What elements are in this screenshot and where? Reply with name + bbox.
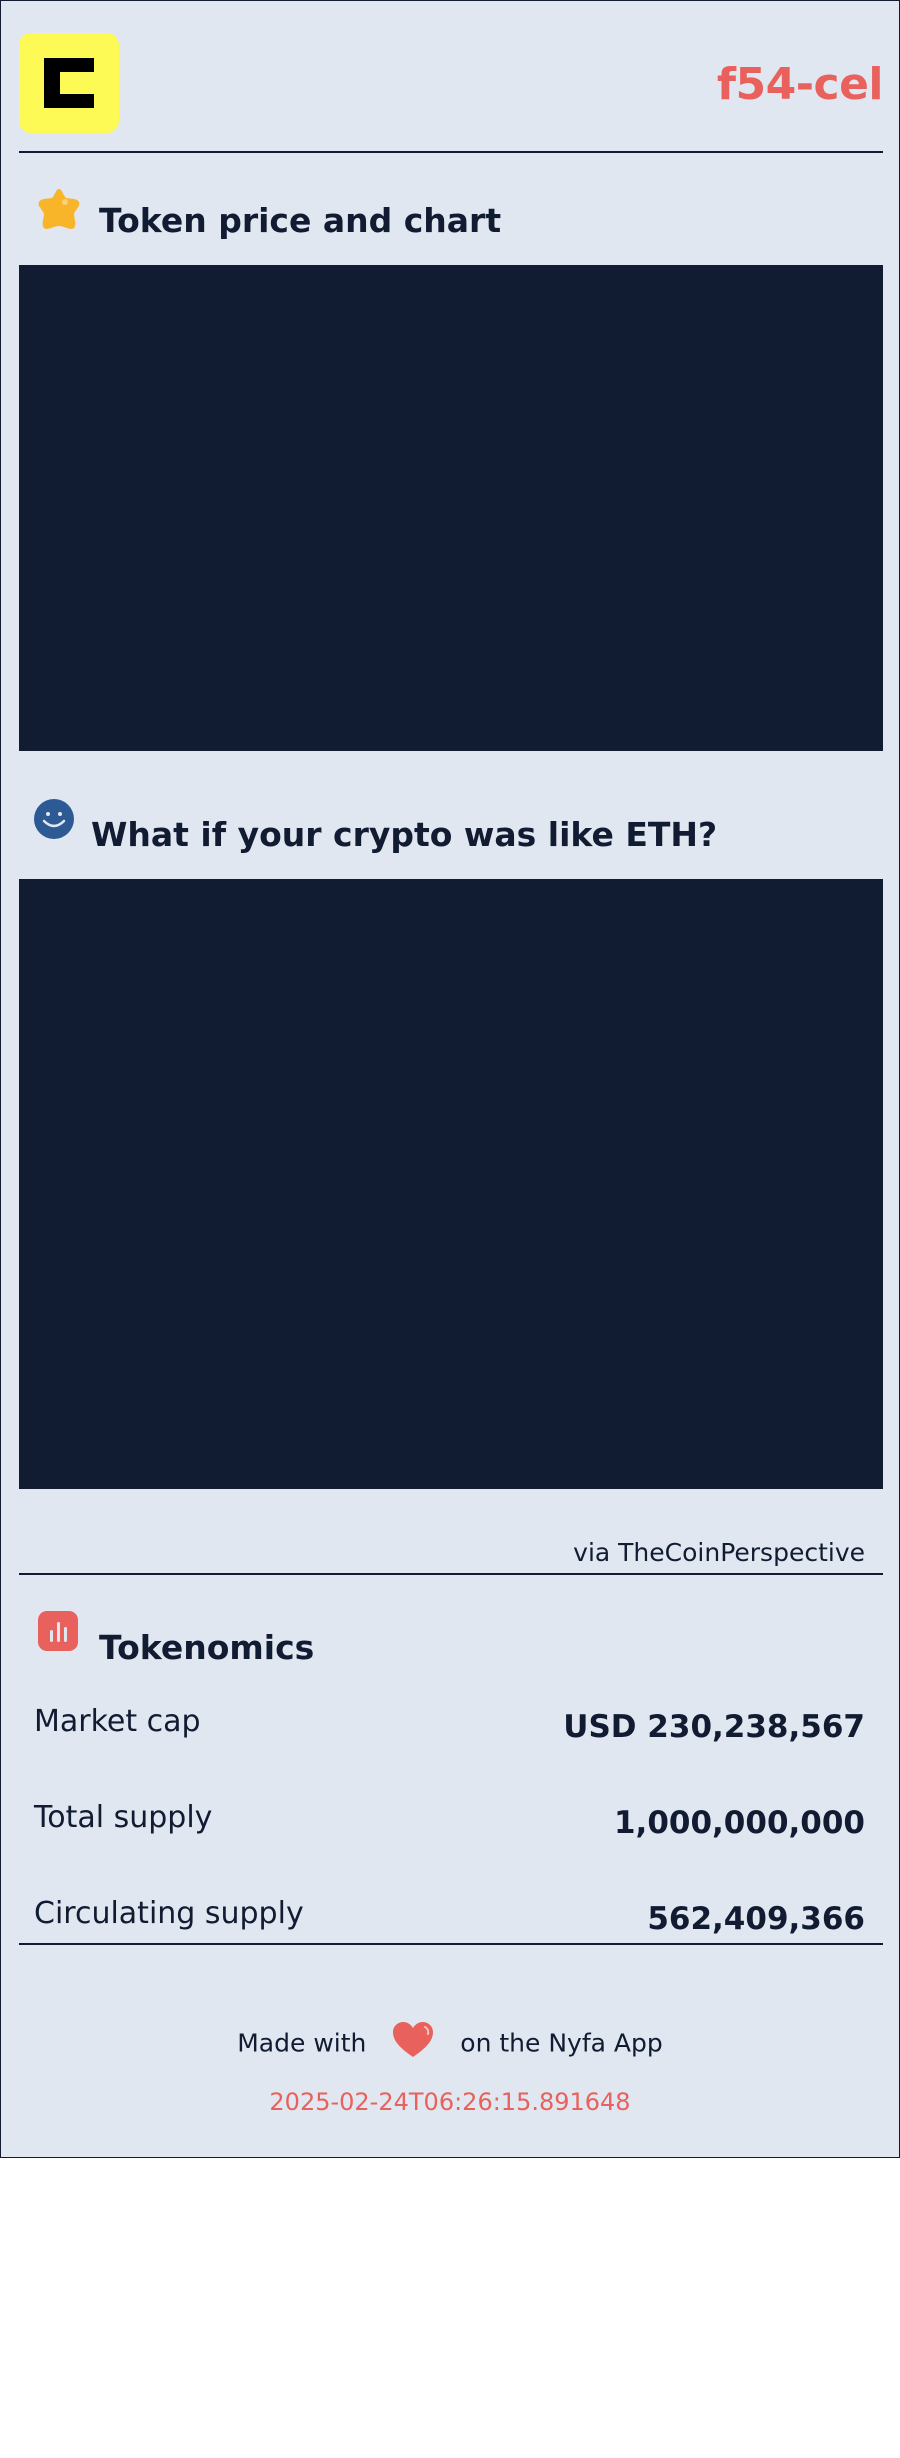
brand-logo — [19, 33, 119, 133]
market-cap-value: USD 230,238,567 — [563, 1709, 865, 1745]
total-supply-label: Total supply — [34, 1800, 213, 1835]
star-icon — [35, 185, 83, 237]
circulating-supply-value: 562,409,366 — [647, 1901, 865, 1937]
app-name-text: on the Nyfa App — [460, 2028, 663, 2058]
price-chart-title: Token price and chart — [99, 201, 502, 240]
divider — [19, 1573, 883, 1575]
brand-code: f54-cel — [716, 59, 884, 110]
header: f54-cel — [19, 33, 884, 153]
footer-credit: Made with on the Nyfa App — [1, 2021, 899, 2065]
eth-compare-area — [19, 879, 883, 1489]
total-supply-value: 1,000,000,000 — [613, 1805, 865, 1841]
smiley-icon — [33, 798, 75, 844]
made-with-text: Made with — [237, 2028, 367, 2058]
divider — [19, 1943, 883, 1945]
c-letter-icon — [44, 58, 94, 108]
bar-chart-icon — [38, 1611, 78, 1655]
report-card: f54-cel Token price and chart What if yo… — [0, 0, 900, 2158]
price-chart-area — [19, 265, 883, 751]
circulating-supply-label: Circulating supply — [34, 1896, 304, 1931]
timestamp: 2025-02-24T06:26:15.891648 — [269, 2088, 631, 2116]
market-cap-label: Market cap — [34, 1704, 201, 1739]
eth-compare-title: What if your crypto was like ETH? — [91, 815, 718, 854]
heart-icon — [392, 2021, 434, 2065]
source-credit: via TheCoinPerspective — [573, 1538, 865, 1567]
tokenomics-title: Tokenomics — [99, 1628, 315, 1667]
